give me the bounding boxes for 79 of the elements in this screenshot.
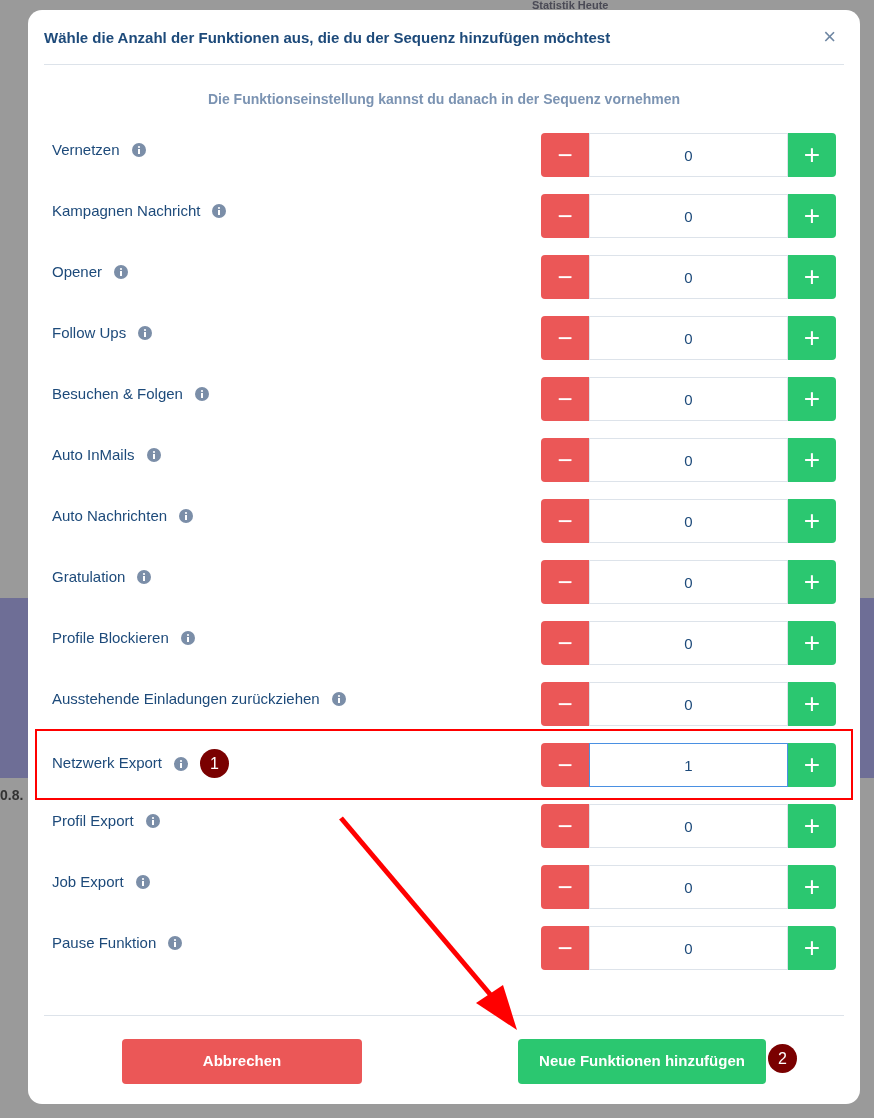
increment-button[interactable]: + [788, 377, 836, 421]
decrement-button[interactable]: − [541, 621, 589, 665]
count-field[interactable]: 0 [589, 133, 788, 177]
function-label: Kampagnen Nachricht [52, 201, 201, 221]
count-field[interactable]: 0 [589, 926, 788, 970]
count-field[interactable]: 0 [589, 560, 788, 604]
info-icon [174, 756, 189, 771]
step-badge: 1 [200, 749, 230, 778]
count-field[interactable]: 0 [589, 804, 788, 848]
count-field[interactable]: 0 [589, 621, 788, 665]
info-icon [179, 509, 194, 524]
decrement-button[interactable]: − [541, 682, 589, 726]
info-icon [131, 143, 146, 158]
increment-button[interactable]: + [788, 560, 836, 604]
decrement-button[interactable]: − [541, 377, 589, 421]
decrement-button[interactable]: − [541, 133, 589, 177]
count-field[interactable]: 0 [589, 865, 788, 909]
increment-button[interactable]: + [788, 255, 836, 299]
count-field[interactable]: 0 [589, 438, 788, 482]
step-badge: 2 [768, 1044, 797, 1073]
increment-button[interactable]: + [788, 743, 836, 787]
increment-button[interactable]: + [788, 682, 836, 726]
close-button[interactable]: × [823, 26, 836, 48]
function-label: Profile Blockieren [52, 628, 169, 648]
count-field[interactable]: 0 [589, 377, 788, 421]
function-label: Netzwerk Export [52, 753, 163, 774]
function-label: Job Export [52, 872, 124, 892]
info-icon [146, 448, 161, 463]
function-label: Opener [52, 262, 103, 282]
function-label: Profil Export [52, 811, 134, 831]
count-field[interactable]: 0 [589, 682, 788, 726]
info-icon [168, 936, 183, 951]
info-icon [145, 814, 160, 829]
decrement-button[interactable]: − [541, 255, 589, 299]
count-field[interactable]: 0 [589, 499, 788, 543]
increment-button[interactable]: + [788, 194, 836, 238]
decrement-button[interactable]: − [541, 438, 589, 482]
count-field[interactable]: 1 [589, 743, 788, 787]
dialog-title: Wähle die Anzahl der Funktionen aus, die du der Sequenz hinzufügen möchtest [44, 27, 611, 48]
info-icon [138, 326, 153, 341]
decrement-button[interactable]: − [541, 560, 589, 604]
info-icon [137, 570, 152, 585]
decrement-button[interactable]: − [541, 865, 589, 909]
increment-button[interactable]: + [788, 926, 836, 970]
increment-button[interactable]: + [788, 804, 836, 848]
decrement-button[interactable]: − [541, 926, 589, 970]
increment-button[interactable]: + [788, 438, 836, 482]
increment-button[interactable]: + [788, 621, 836, 665]
info-icon [194, 387, 209, 402]
dialog-subtitle: Die Funktionseinstellung kannst du danach in der Sequenz vornehmen [207, 89, 681, 109]
info-icon [135, 875, 150, 890]
count-field[interactable]: 0 [589, 316, 788, 360]
function-label: Pause Funktion [52, 933, 157, 953]
increment-button[interactable]: + [788, 316, 836, 360]
decrement-button[interactable]: − [541, 743, 589, 787]
cancel-button[interactable]: Abbrechen [122, 1039, 362, 1084]
function-label: Vernetzen [52, 140, 120, 160]
decrement-button[interactable]: − [541, 499, 589, 543]
info-icon [180, 631, 195, 646]
function-label: Auto Nachrichten [52, 506, 168, 526]
increment-button[interactable]: + [788, 499, 836, 543]
info-icon [114, 265, 129, 280]
decrement-button[interactable]: − [541, 194, 589, 238]
function-label: Ausstehende Einladungen zurückziehen [52, 689, 320, 709]
increment-button[interactable]: + [788, 133, 836, 177]
decrement-button[interactable]: − [541, 804, 589, 848]
decrement-button[interactable]: − [541, 316, 589, 360]
function-label: Auto InMails [52, 445, 135, 465]
background-heading: Statistik Heute [532, 0, 609, 11]
increment-button[interactable]: + [788, 865, 836, 909]
add-functions-button[interactable]: Neue Funktionen hinzufügen [518, 1039, 766, 1084]
count-field[interactable]: 0 [589, 255, 788, 299]
background-text: 0.8. [0, 786, 24, 805]
function-label: Gratulation [52, 567, 126, 587]
function-label: Follow Ups [52, 323, 127, 343]
info-icon [331, 692, 346, 707]
info-icon [212, 204, 227, 219]
count-field[interactable]: 0 [589, 194, 788, 238]
function-label: Besuchen & Folgen [52, 384, 183, 404]
